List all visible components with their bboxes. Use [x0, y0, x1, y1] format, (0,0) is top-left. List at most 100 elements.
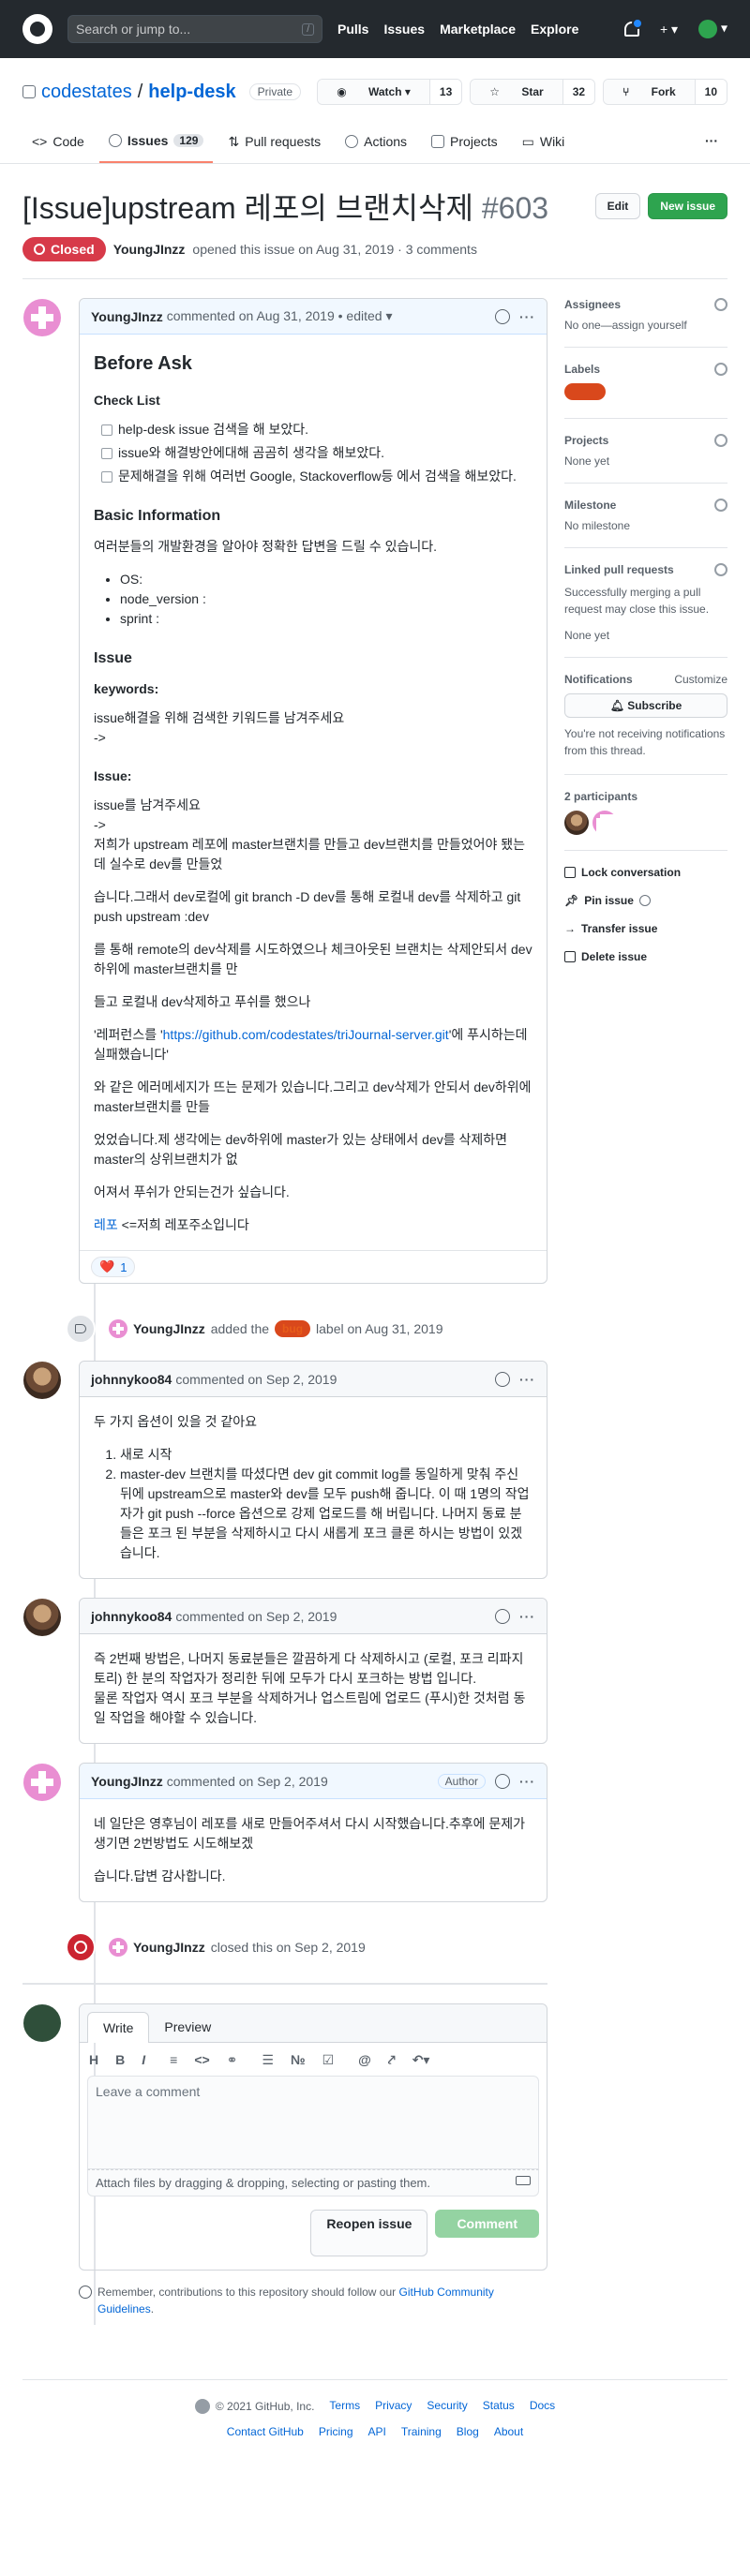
comment-author[interactable]: YoungJInzz	[91, 1774, 163, 1789]
customize-link[interactable]: Customize	[674, 673, 728, 686]
notifications-bell-icon[interactable]	[623, 18, 643, 37]
avatar[interactable]	[109, 1319, 128, 1338]
avatar[interactable]	[23, 1599, 61, 1636]
github-logo-icon[interactable]	[22, 14, 52, 44]
cross-reference-icon[interactable]: ⤤	[388, 2052, 396, 2068]
mention-icon[interactable]: @	[358, 2052, 371, 2068]
comment-meta[interactable]: commented on Sep 2, 2019	[167, 1774, 328, 1789]
avatar[interactable]	[592, 811, 617, 835]
comment-meta[interactable]: commented on Sep 2, 2019	[175, 1609, 337, 1624]
nav-pulls[interactable]: Pulls	[338, 22, 368, 37]
avatar[interactable]	[109, 1938, 128, 1957]
nav-issues[interactable]: Issues	[383, 22, 425, 37]
avatar[interactable]	[23, 1362, 61, 1399]
add-reaction-icon[interactable]	[495, 1371, 510, 1387]
task-checkbox[interactable]	[101, 424, 112, 436]
task-checkbox[interactable]	[101, 447, 112, 459]
gear-icon[interactable]	[714, 563, 728, 576]
assignees-value[interactable]: No one—assign yourself	[564, 319, 728, 332]
footer-link-security[interactable]: Security	[427, 2399, 467, 2414]
repo-url-link[interactable]: https://github.com/codestates/triJournal…	[163, 1027, 449, 1042]
bullet-list-icon[interactable]: ☰	[262, 2052, 274, 2068]
comment-options-icon[interactable]: ···	[519, 1372, 535, 1387]
footer-link-contact[interactable]: Contact GitHub	[227, 2425, 304, 2438]
attach-files-area[interactable]: Attach files by dragging & dropping, sel…	[87, 2169, 539, 2196]
lock-conversation-button[interactable]: Lock conversation	[564, 866, 728, 879]
watch-count[interactable]: 13	[428, 80, 462, 104]
fork-button[interactable]: ⑂ Fork	[604, 80, 695, 104]
add-reaction-icon[interactable]	[495, 1608, 510, 1624]
gear-icon[interactable]	[714, 363, 728, 376]
footer-link-about[interactable]: About	[494, 2425, 523, 2438]
comment-options-icon[interactable]: ···	[519, 1774, 535, 1789]
italic-icon[interactable]: I	[142, 2052, 145, 2068]
comment-author[interactable]: johnnykoo84	[91, 1372, 172, 1387]
task-checkbox[interactable]	[101, 470, 112, 483]
comment-button[interactable]: Comment	[435, 2210, 539, 2238]
footer-link-training[interactable]: Training	[401, 2425, 442, 2438]
delete-issue-button[interactable]: Delete issue	[564, 950, 728, 963]
quote-icon[interactable]: ≡	[170, 2052, 177, 2068]
tab-wiki[interactable]: ▭ Wiki	[513, 126, 575, 163]
footer-link-terms[interactable]: Terms	[329, 2399, 360, 2414]
numbered-list-icon[interactable]: №	[291, 2052, 306, 2068]
comment-meta[interactable]: commented on Sep 2, 2019	[175, 1372, 337, 1387]
bold-icon[interactable]: B	[115, 2052, 125, 2068]
comment-textarea[interactable]: Leave a comment	[87, 2076, 539, 2169]
tab-issues[interactable]: Issues 129	[98, 126, 214, 163]
comment-author[interactable]: YoungJInzz	[91, 309, 163, 324]
add-reaction-icon[interactable]	[495, 1773, 510, 1789]
new-issue-button[interactable]: New issue	[648, 193, 728, 219]
tab-code[interactable]: <> Code	[22, 126, 94, 163]
tab-projects[interactable]: Projects	[422, 126, 507, 163]
gear-icon[interactable]	[714, 499, 728, 512]
more-tabs-button[interactable]: ···	[696, 126, 728, 163]
comment-author[interactable]: johnnykoo84	[91, 1609, 172, 1624]
watch-button[interactable]: ◉ Watch ▾	[318, 80, 429, 104]
avatar[interactable]	[23, 299, 61, 336]
footer-link-api[interactable]: API	[368, 2425, 386, 2438]
bug-label[interactable]: bug	[275, 1320, 311, 1337]
repo-name-link[interactable]: help-desk	[148, 82, 235, 103]
fork-count[interactable]: 10	[694, 80, 727, 104]
footer-link-privacy[interactable]: Privacy	[375, 2399, 412, 2414]
event-author[interactable]: YoungJInzz	[133, 1940, 205, 1955]
tab-preview[interactable]: Preview	[149, 2012, 226, 2042]
search-input[interactable]: Search or jump to... /	[68, 15, 322, 43]
star-button[interactable]: ☆ Star	[471, 80, 562, 104]
footer-link-docs[interactable]: Docs	[530, 2399, 555, 2414]
issue-author-link[interactable]: YoungJInzz	[113, 242, 186, 257]
user-menu[interactable]: ▾	[698, 20, 728, 38]
avatar[interactable]	[564, 811, 589, 835]
tab-actions[interactable]: Actions	[336, 126, 416, 163]
star-count[interactable]: 32	[562, 80, 595, 104]
comment-meta[interactable]: commented on Aug 31, 2019 • edited ▾	[167, 308, 393, 324]
heading-icon[interactable]: H	[89, 2052, 98, 2068]
repo-link[interactable]: 레포	[94, 1217, 118, 1232]
comment-options-icon[interactable]: ···	[519, 309, 535, 324]
gear-icon[interactable]	[714, 434, 728, 447]
pin-issue-button[interactable]: 📌︎ Pin issue	[564, 894, 728, 907]
gear-icon[interactable]	[714, 298, 728, 311]
reopen-issue-button[interactable]: Reopen issue	[310, 2210, 428, 2256]
nav-explore[interactable]: Explore	[531, 22, 578, 37]
nav-marketplace[interactable]: Marketplace	[440, 22, 516, 37]
create-new-menu[interactable]: + ▾	[660, 22, 678, 37]
reaction-heart-button[interactable]: ❤️ 1	[91, 1257, 136, 1277]
edit-button[interactable]: Edit	[594, 193, 641, 219]
repo-owner-link[interactable]: codestates	[41, 82, 132, 103]
link-icon[interactable]: ⚭	[227, 2052, 238, 2068]
event-author[interactable]: YoungJInzz	[133, 1321, 205, 1336]
github-mark-icon[interactable]	[194, 2399, 210, 2414]
transfer-issue-button[interactable]: → Transfer issue	[564, 922, 728, 935]
comment-options-icon[interactable]: ···	[519, 1609, 535, 1624]
footer-link-status[interactable]: Status	[483, 2399, 515, 2414]
current-user-avatar[interactable]	[23, 2004, 61, 2042]
tab-write[interactable]: Write	[87, 2012, 150, 2043]
add-reaction-icon[interactable]	[495, 308, 510, 324]
subscribe-button[interactable]: 🔔︎ Subscribe	[564, 693, 728, 718]
code-icon[interactable]: <>	[194, 2052, 209, 2068]
avatar[interactable]	[23, 1764, 61, 1801]
tab-pull-requests[interactable]: ⇅ Pull requests	[218, 126, 330, 163]
bug-label[interactable]	[564, 383, 606, 400]
